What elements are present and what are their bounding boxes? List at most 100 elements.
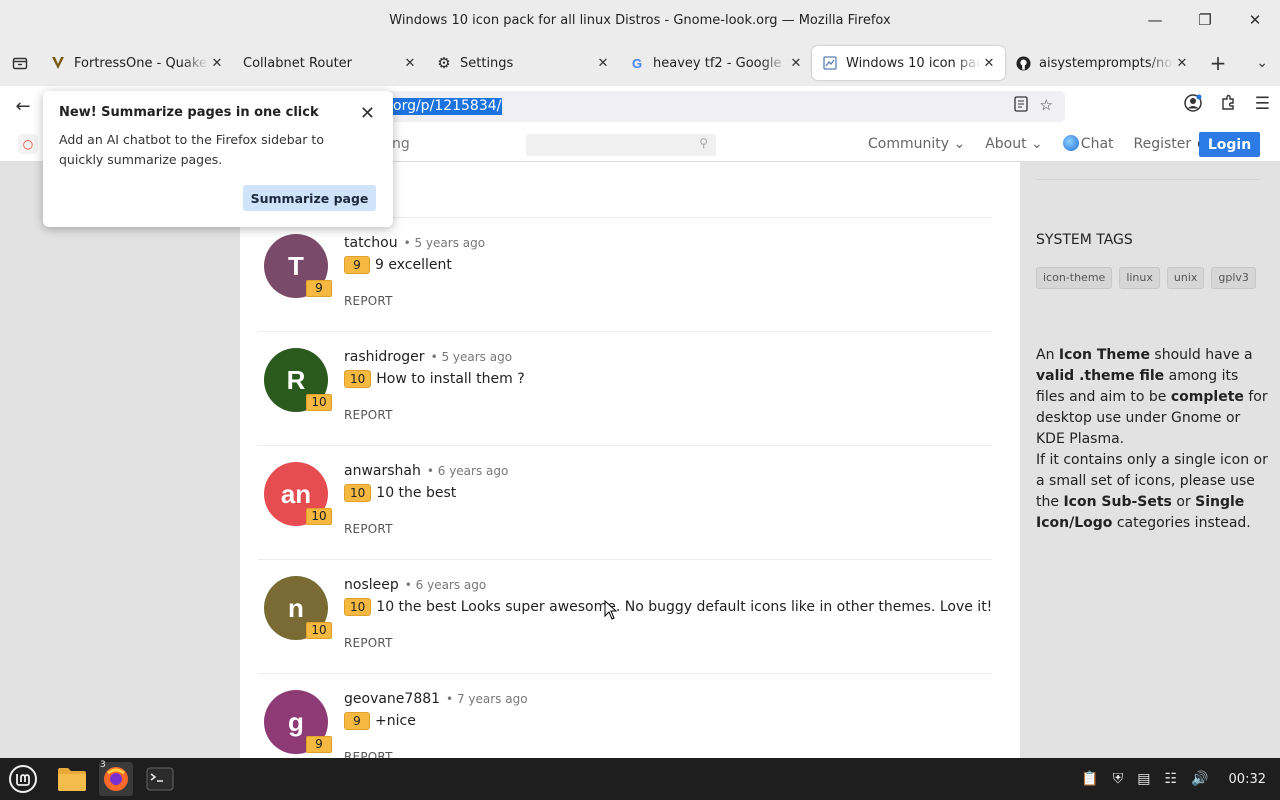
comment-username[interactable]: tatchou <box>344 235 398 251</box>
files-button[interactable] <box>55 762 89 796</box>
tab-list-button[interactable] <box>0 40 40 86</box>
mint-menu-icon <box>9 765 37 793</box>
comment-header: tatchou • 5 years ago <box>344 235 485 251</box>
tab-close-icon[interactable]: ✕ <box>788 55 804 71</box>
divider <box>258 331 992 332</box>
tab-bar: FortressOne - Quake Team Fortress ✕ Coll… <box>0 40 1280 86</box>
tab-close-icon[interactable]: ✕ <box>1174 55 1190 71</box>
login-button[interactable]: Login <box>1199 132 1260 157</box>
minimize-icon[interactable]: — <box>1130 0 1180 40</box>
comment-body: 10 10 the best <box>344 484 456 502</box>
mouse-cursor-icon <box>604 600 618 620</box>
header-partial-text: ng <box>392 136 410 152</box>
info-text: or <box>1176 494 1191 510</box>
menu-icon[interactable]: ☰ <box>1255 94 1270 117</box>
tab-collabnet-router[interactable]: Collabnet Router ✕ <box>233 46 426 80</box>
rating-badge: 10 <box>344 370 372 388</box>
info-text: An <box>1036 347 1055 363</box>
tab-close-icon[interactable]: ✕ <box>981 55 997 71</box>
tab-close-icon[interactable]: ✕ <box>402 55 418 71</box>
avatar-initial: g <box>288 706 304 737</box>
tab-label: FortressOne - Quake Team Fortress <box>74 55 209 71</box>
divider <box>258 445 992 446</box>
comment-age: • 5 years ago <box>430 350 513 364</box>
report-link[interactable]: REPORT <box>344 408 393 422</box>
report-link[interactable]: REPORT <box>344 294 393 308</box>
window-title: Windows 10 icon pack for all linux Distr… <box>389 12 891 28</box>
shield-icon[interactable]: ⛨ <box>1113 771 1124 787</box>
tab-close-icon[interactable]: ✕ <box>595 55 611 71</box>
nav-chat[interactable]: Chat <box>1062 135 1114 152</box>
tag-linux[interactable]: linux <box>1119 267 1160 289</box>
comment-username[interactable]: geovane7881 <box>344 691 440 707</box>
tag-icon-theme[interactable]: icon-theme <box>1036 267 1113 289</box>
comment-item: R 10 rashidroger • 5 years ago 10 How to i… <box>264 348 984 438</box>
tab-close-icon[interactable]: ✕ <box>209 55 225 71</box>
back-button[interactable]: ← <box>10 94 36 118</box>
tab-windows10-icon-pack[interactable]: Windows 10 icon pack for all linux Distr… <box>812 46 1005 80</box>
terminal-button[interactable] <box>143 762 177 796</box>
rating-badge: 9 <box>344 712 370 730</box>
nav-community[interactable]: Community ⌄ <box>868 136 965 152</box>
divider <box>258 559 992 560</box>
window-count-badge: 3 <box>100 760 106 770</box>
page-body: T 9 tatchou • 5 years ago 9 9 excellent RE… <box>0 162 1280 758</box>
tab-label: aisystemprompts/nov <box>1039 55 1174 71</box>
bookmark-star-icon[interactable]: ☆ <box>1040 96 1053 116</box>
firefox-icon <box>104 767 128 791</box>
comment-username[interactable]: rashidroger <box>344 349 425 365</box>
tab-fortressone[interactable]: FortressOne - Quake Team Fortress ✕ <box>40 46 233 80</box>
comment-age: • 6 years ago <box>426 464 509 478</box>
search-icon[interactable]: ⚲ <box>699 136 708 150</box>
account-icon[interactable] <box>1184 94 1202 117</box>
extensions-icon[interactable] <box>1220 94 1237 117</box>
reader-view-icon[interactable] <box>1013 96 1028 116</box>
rating-badge: 10 <box>344 598 372 616</box>
tag-unix[interactable]: unix <box>1166 267 1205 289</box>
comment-item: an 10 anwarshah • 6 years ago 10 10 the be… <box>264 462 984 552</box>
info-text: should have a <box>1154 347 1253 363</box>
terminal-icon <box>146 767 174 791</box>
start-menu-button[interactable] <box>6 762 40 796</box>
report-link[interactable]: REPORT <box>344 636 393 650</box>
taskbar: 3 📋 ⛨ ▤ ☷ 🔊 00:32 <box>0 758 1280 800</box>
site-search-input[interactable]: ⚲ <box>526 134 716 156</box>
report-link[interactable]: REPORT <box>344 522 393 536</box>
clock[interactable]: 00:32 <box>1229 772 1266 787</box>
pling-icon <box>822 55 838 71</box>
new-tab-button[interactable]: + <box>1198 40 1238 86</box>
list-all-tabs-button[interactable]: ⌄ <box>1256 40 1268 86</box>
tab-github[interactable]: aisystemprompts/nov ✕ <box>1005 46 1198 80</box>
chat-icon <box>1062 135 1079 151</box>
chevron-down-icon: ⌄ <box>1256 55 1268 71</box>
tab-google-search[interactable]: G heavey tf2 - Google Search ✕ <box>619 46 812 80</box>
summarize-page-button[interactable]: Summarize page <box>243 185 376 211</box>
tab-settings[interactable]: ⚙ Settings ✕ <box>426 46 619 80</box>
volume-icon[interactable]: 🔊 <box>1191 771 1208 787</box>
summarize-popup: New! Summarize pages in one click ✕ Add … <box>43 91 393 227</box>
clipboard-icon[interactable]: 📋 <box>1081 771 1098 787</box>
notes-icon[interactable]: ▤ <box>1137 771 1150 787</box>
report-link[interactable]: REPORT <box>344 750 393 758</box>
comment-username[interactable]: anwarshah <box>344 463 421 479</box>
restore-icon[interactable]: ❐ <box>1180 0 1230 40</box>
avatar-initial: R <box>286 364 306 395</box>
toolbar-right: ☰ <box>1184 94 1270 117</box>
avatar-initial: an <box>280 478 312 509</box>
comment-header: anwarshah • 6 years ago <box>344 463 508 479</box>
avatar-rating-badge: 10 <box>306 622 332 639</box>
comment-body: 10 How to install them ? <box>344 370 525 388</box>
register-link[interactable]: Register <box>1134 136 1192 152</box>
bookmark-favicon-icon[interactable]: ○ <box>18 134 38 154</box>
popup-close-icon[interactable]: ✕ <box>360 103 375 124</box>
network-icon[interactable]: ☷ <box>1165 771 1178 787</box>
avatar-rating-badge: 9 <box>306 280 332 297</box>
comment-username[interactable]: nosleep <box>344 577 399 593</box>
rating-badge: 10 <box>344 484 372 502</box>
close-window-icon[interactable]: ✕ <box>1230 0 1280 40</box>
url-selected-text[interactable]: org/p/1215834/ <box>392 98 503 115</box>
firefox-taskbar-button[interactable]: 3 <box>99 760 133 796</box>
tag-gplv3[interactable]: gplv3 <box>1211 267 1256 289</box>
nav-about[interactable]: About ⌄ <box>985 136 1043 152</box>
comment-item: T 9 tatchou • 5 years ago 9 9 excellent RE… <box>264 234 984 324</box>
